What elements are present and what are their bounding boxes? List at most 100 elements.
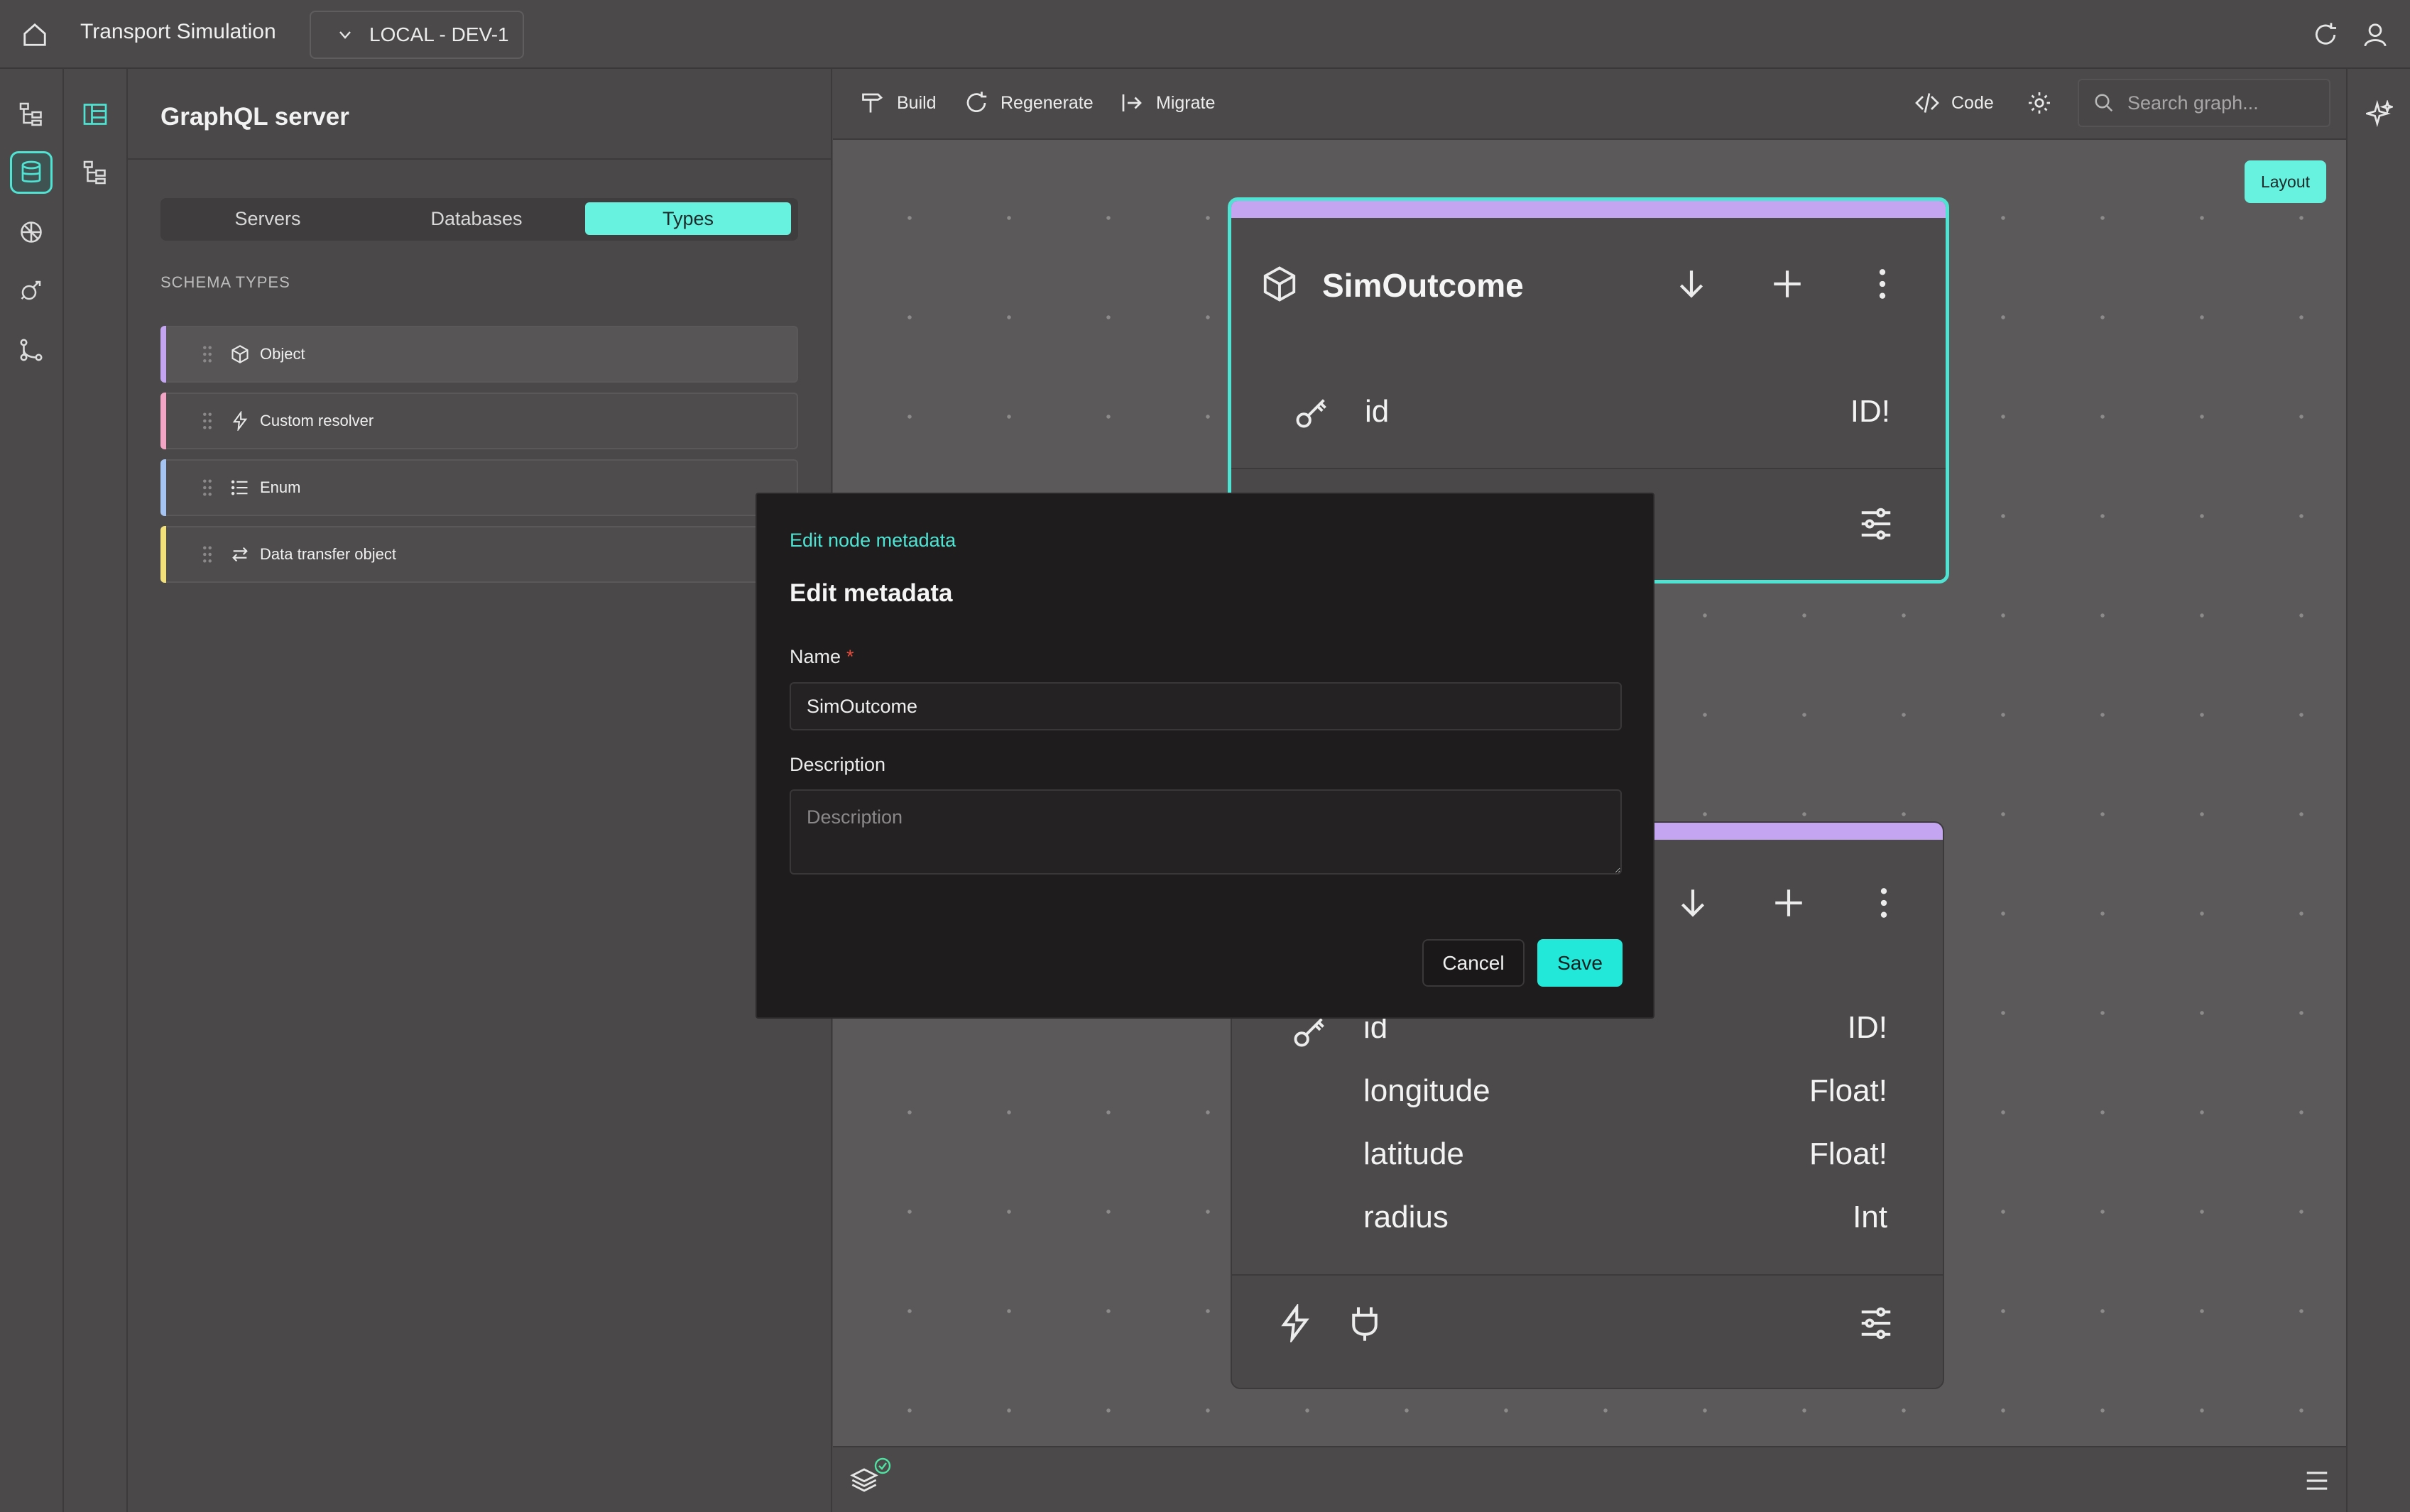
type-label: Custom resolver [260, 412, 374, 429]
arrow-down-icon[interactable] [1675, 885, 1711, 921]
bottom-bar [833, 1446, 2346, 1512]
dialog-title: Edit metadata [790, 579, 953, 607]
cancel-button[interactable]: Cancel [1422, 939, 1525, 987]
build-label: Build [897, 92, 937, 113]
tree-nav-icon[interactable] [10, 93, 53, 136]
drag-handle-icon[interactable] [202, 478, 213, 497]
node-color-strip [1231, 201, 1946, 218]
canvas-toolbar: Build Regenerate Migrate Code Search gra… [833, 69, 2346, 140]
node-footer [1232, 1274, 1943, 1388]
description-field[interactable] [790, 789, 1622, 875]
sliders-icon[interactable] [1857, 505, 1895, 543]
lightning-icon[interactable] [1276, 1304, 1314, 1342]
regenerate-icon [966, 92, 987, 112]
git-branch-icon[interactable] [10, 329, 53, 371]
plus-icon[interactable] [1770, 266, 1805, 302]
swap-icon [232, 547, 248, 562]
tab-databases[interactable]: Databases [374, 202, 579, 235]
cube-icon [1263, 266, 1296, 302]
plus-icon[interactable] [1771, 885, 1806, 921]
settings-button[interactable] [2027, 90, 2063, 116]
drag-handle-icon[interactable] [202, 345, 213, 363]
regenerate-button[interactable]: Regenerate [964, 90, 1094, 116]
field-name: latitude [1363, 1136, 1464, 1171]
chevron-down-icon [339, 31, 351, 39]
secondary-rail [64, 69, 128, 1512]
code-button[interactable]: Code [1914, 90, 1994, 116]
type-item-custom-resolver[interactable]: Custom resolver [160, 393, 798, 449]
dashboard-icon[interactable] [74, 93, 116, 136]
panel-divider [128, 158, 832, 160]
migrate-icon [1122, 94, 1142, 111]
home-icon[interactable] [21, 21, 48, 48]
ai-sparkle-icon[interactable] [2366, 100, 2393, 127]
name-label-text: Name [790, 646, 841, 667]
tab-servers[interactable]: Servers [165, 202, 371, 235]
tab-types[interactable]: Types [585, 202, 791, 235]
menu-icon[interactable] [2303, 1467, 2330, 1494]
cube-icon [231, 345, 249, 363]
hierarchy-icon[interactable] [74, 151, 116, 194]
app-title: Transport Simulation [80, 20, 276, 43]
code-label: Code [1951, 92, 1994, 113]
regenerate-label: Regenerate [1000, 92, 1094, 113]
search-graph-field[interactable]: Search graph... [2078, 79, 2330, 127]
brain-icon[interactable] [10, 211, 53, 253]
top-bar: Transport Simulation LOCAL - DEV-1 [0, 0, 2410, 69]
more-vertical-icon[interactable] [1865, 266, 1900, 302]
name-label: Name * [790, 646, 854, 668]
search-placeholder: Search graph... [2127, 92, 2259, 114]
dialog-subtitle: Edit node metadata [790, 530, 956, 551]
hammer-icon [862, 93, 883, 113]
plug-icon[interactable] [1346, 1304, 1384, 1342]
type-color-bar [160, 326, 166, 383]
code-icon [1915, 93, 1939, 113]
list-icon [231, 480, 248, 495]
sliders-icon[interactable] [1857, 1304, 1895, 1342]
panel-title: GraphQL server [160, 103, 349, 131]
layout-button[interactable]: Layout [2245, 160, 2326, 203]
refresh-icon[interactable] [2312, 21, 2339, 48]
section-label: SCHEMA TYPES [160, 273, 290, 291]
field-name: radius [1363, 1200, 1449, 1234]
field-type: Float! [1809, 1073, 1887, 1108]
bug-icon[interactable] [10, 269, 53, 312]
drag-handle-icon[interactable] [202, 412, 213, 430]
type-label: Object [260, 345, 305, 363]
type-item-enum[interactable]: Enum [160, 459, 798, 516]
edit-metadata-dialog: Edit node metadata Edit metadata Name* D… [756, 493, 1654, 1019]
panel-tabs: Servers Databases Types [160, 198, 798, 241]
required-marker: * [846, 646, 854, 667]
field-type: ID! [1847, 1010, 1887, 1045]
left-rail [0, 69, 64, 1512]
key-icon [1296, 399, 1326, 428]
environment-label: LOCAL - DEV-1 [369, 23, 509, 45]
search-icon [2095, 94, 2113, 112]
more-vertical-icon[interactable] [1866, 885, 1902, 921]
migrate-label: Migrate [1156, 92, 1216, 113]
drag-handle-icon[interactable] [202, 545, 213, 564]
type-item-data-transfer-object[interactable]: Data transfer object [160, 526, 798, 583]
environment-selector[interactable]: LOCAL - DEV-1 [310, 11, 524, 59]
field-type: Int [1853, 1200, 1887, 1234]
save-button[interactable]: Save [1537, 939, 1623, 987]
description-label: Description [790, 754, 886, 775]
status-check-icon [874, 1457, 891, 1474]
type-color-bar [160, 393, 166, 449]
gear-icon [2029, 92, 2050, 114]
field-name: id [1365, 394, 1390, 429]
user-icon[interactable] [2362, 21, 2389, 48]
database-icon[interactable] [10, 151, 53, 194]
node-title[interactable]: SimOutcome [1322, 266, 1524, 305]
lightning-icon [232, 411, 248, 431]
migrate-button[interactable]: Migrate [1119, 90, 1215, 116]
field-type: Float! [1809, 1136, 1887, 1171]
arrow-down-icon[interactable] [1674, 266, 1709, 302]
type-color-bar [160, 526, 166, 583]
name-field[interactable] [790, 682, 1622, 730]
type-item-object[interactable]: Object [160, 326, 798, 383]
build-button[interactable]: Build [860, 90, 937, 116]
type-label: Enum [260, 478, 301, 496]
right-rail [2346, 69, 2410, 1512]
type-label: Data transfer object [260, 545, 396, 563]
